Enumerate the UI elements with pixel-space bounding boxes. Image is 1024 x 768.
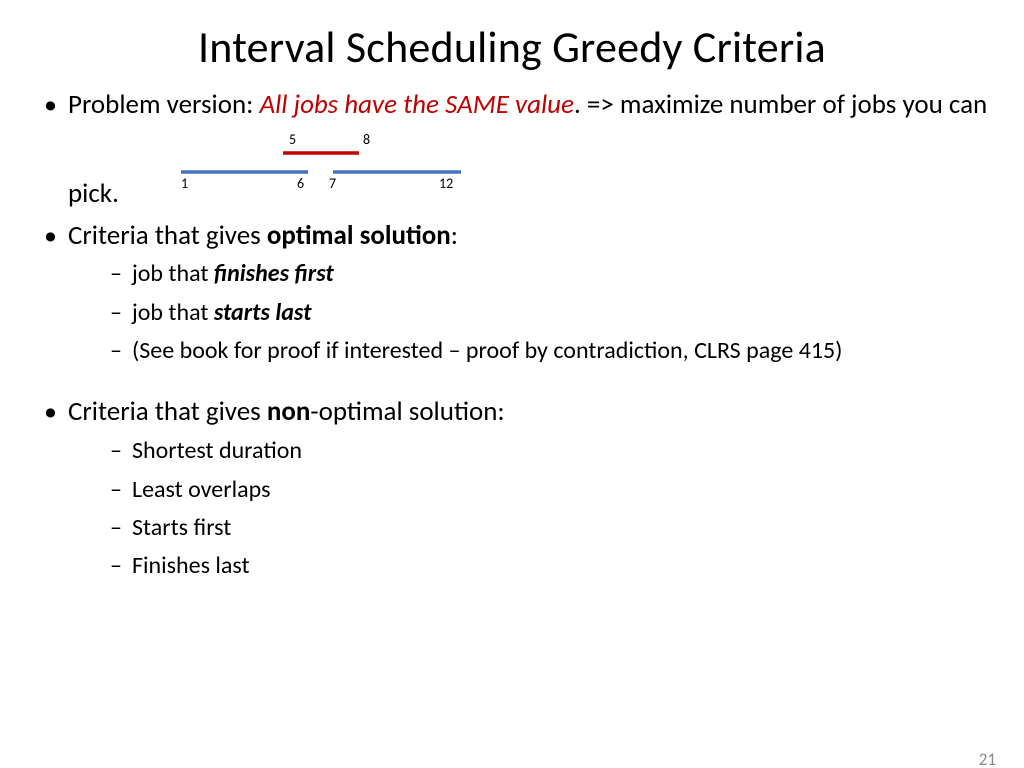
sub-least-overlaps: Least overlaps (108, 474, 1024, 506)
text: Least overlaps (132, 475, 270, 504)
sub-starts-first: Starts first (108, 512, 1024, 544)
label-12: 12 (439, 175, 453, 192)
text-bi: finishes first (214, 259, 334, 288)
sub-finishes-first: job that finishes first (108, 258, 1024, 290)
label-1: 1 (181, 175, 188, 192)
text: Problem version: (68, 88, 259, 121)
page-number: 21 (979, 749, 996, 768)
sub-finishes-last: Finishes last (108, 550, 1024, 582)
sub-shortest-duration: Shortest duration (108, 435, 1024, 467)
text: Finishes last (132, 551, 250, 580)
text: Shortest duration (132, 436, 302, 465)
text: job that (132, 298, 214, 327)
bullet-nonoptimal-criteria: Criteria that gives non-optimal solution… (40, 395, 1024, 582)
text-bold: optimal solution (267, 219, 451, 252)
page-title: Interval Scheduling Greedy Criteria (0, 20, 1024, 74)
bullet-list: Problem version: All jobs have the SAME … (0, 88, 1024, 583)
text-bold: non (267, 395, 311, 428)
text: Starts first (132, 513, 231, 542)
text: job that (132, 259, 214, 288)
sub-list: job that finishes first job that starts … (68, 258, 1024, 367)
interval-diagram: 5 8 1 6 7 12 (181, 132, 461, 192)
spacer (68, 373, 1024, 387)
sub-list: Shortest duration Least overlaps Starts … (68, 435, 1024, 583)
label-6: 6 (297, 175, 304, 192)
text: Criteria that gives (68, 395, 267, 428)
label-8: 8 (363, 132, 370, 148)
sub-proof-note: (See book for proof if interested – proo… (108, 335, 1024, 367)
text: Criteria that gives (68, 219, 267, 252)
emphasis-same-value: All jobs have the SAME value (259, 88, 573, 121)
slide: Interval Scheduling Greedy Criteria Prob… (0, 20, 1024, 768)
text: -optimal solution: (310, 395, 504, 428)
label-5: 5 (289, 132, 296, 148)
label-7: 7 (329, 175, 336, 192)
text: (See book for proof if interested – proo… (132, 336, 842, 365)
bullet-problem-version: Problem version: All jobs have the SAME … (40, 88, 1024, 211)
sub-starts-last: job that starts last (108, 297, 1024, 329)
text-bi: starts last (214, 298, 312, 327)
bullet-optimal-criteria: Criteria that gives optimal solution: jo… (40, 219, 1024, 388)
text: : (451, 219, 458, 252)
